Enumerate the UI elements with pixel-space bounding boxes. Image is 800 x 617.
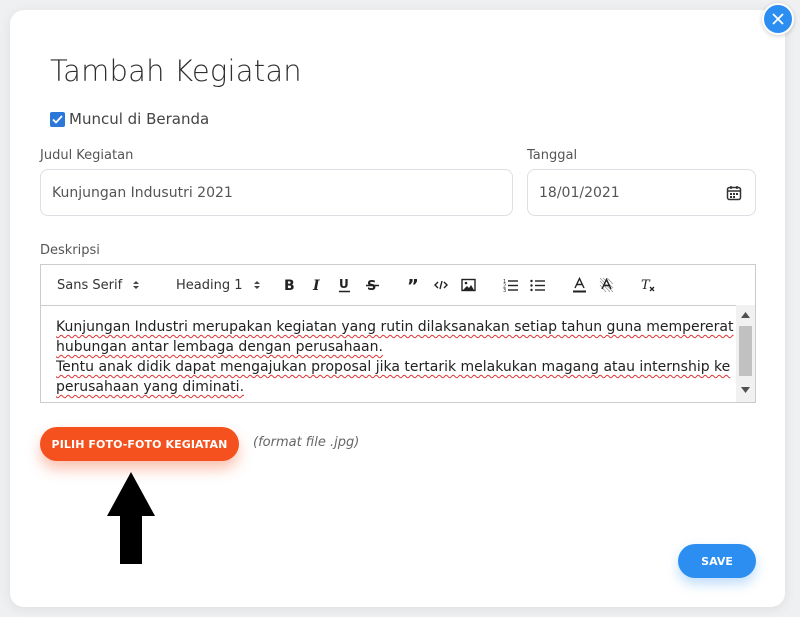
file-format-note: (format file .jpg) xyxy=(253,435,360,450)
heading-picker[interactable]: Heading 1 xyxy=(176,265,261,305)
dialog-title: Tambah Kegiatan xyxy=(50,54,302,88)
strike-icon[interactable]: S xyxy=(366,265,380,305)
calendar-icon[interactable] xyxy=(726,185,742,205)
scroll-down-icon[interactable] xyxy=(741,387,750,393)
svg-text:U: U xyxy=(339,277,349,291)
background-color-icon[interactable] xyxy=(599,265,614,305)
svg-text:B: B xyxy=(284,278,295,293)
bullet-list-icon[interactable] xyxy=(530,265,546,305)
clear-format-icon[interactable]: T xyxy=(641,265,656,305)
font-color-icon[interactable] xyxy=(572,265,587,305)
bold-icon[interactable]: B xyxy=(283,265,297,305)
svg-text:T: T xyxy=(641,278,651,293)
scroll-up-icon[interactable] xyxy=(741,312,750,318)
title-input[interactable]: Kunjungan Indusutri 2021 xyxy=(40,169,513,216)
close-icon xyxy=(772,13,784,25)
date-input[interactable]: 18/01/2021 xyxy=(527,169,756,216)
font-picker-arrow-icon xyxy=(132,280,140,290)
italic-icon[interactable]: I xyxy=(311,265,325,305)
description-editor: Sans Serif Heading 1 B I U S ” xyxy=(40,264,756,403)
code-icon[interactable] xyxy=(434,265,448,305)
show-on-home-row[interactable]: Muncul di Beranda xyxy=(50,110,209,128)
blockquote-icon[interactable]: ” xyxy=(407,265,421,305)
heading-picker-arrow-icon xyxy=(253,280,261,290)
font-picker-label: Sans Serif xyxy=(57,277,123,293)
description-paragraph-1: Kunjungan Industri merupakan kegiatan ya… xyxy=(56,319,734,355)
show-on-home-label: Muncul di Beranda xyxy=(69,110,210,128)
title-input-value: Kunjungan Indusutri 2021 xyxy=(52,184,233,201)
description-text-area[interactable]: Kunjungan Industri merupakan kegiatan ya… xyxy=(41,305,735,402)
svg-text:”: ” xyxy=(407,277,419,293)
svg-text:I: I xyxy=(312,278,320,293)
description-field-label: Deskripsi xyxy=(40,243,100,258)
arrow-up-icon xyxy=(107,472,155,564)
image-icon[interactable] xyxy=(461,265,476,305)
description-paragraph-2: Tentu anak didik dapat mengajukan propos… xyxy=(56,359,731,395)
save-button[interactable]: SAVE xyxy=(678,544,756,578)
ordered-list-icon[interactable]: 123 xyxy=(503,265,519,305)
editor-toolbar: Sans Serif Heading 1 B I U S ” xyxy=(41,265,755,306)
date-field-label: Tanggal xyxy=(527,148,578,163)
heading-picker-label: Heading 1 xyxy=(176,277,243,293)
underline-icon[interactable]: U xyxy=(338,265,352,305)
editor-scrollbar[interactable] xyxy=(736,305,755,402)
title-field-label: Judul Kegiatan xyxy=(40,148,134,163)
show-on-home-checkbox[interactable] xyxy=(50,111,65,127)
svg-text:3: 3 xyxy=(503,288,506,293)
font-picker[interactable]: Sans Serif xyxy=(57,265,140,305)
close-button[interactable] xyxy=(762,3,794,35)
date-input-value: 18/01/2021 xyxy=(539,184,620,201)
choose-photos-button[interactable]: PILIH FOTO-FOTO KEGIATAN xyxy=(40,427,239,461)
scrollbar-thumb[interactable] xyxy=(739,326,752,376)
check-icon xyxy=(52,114,63,124)
